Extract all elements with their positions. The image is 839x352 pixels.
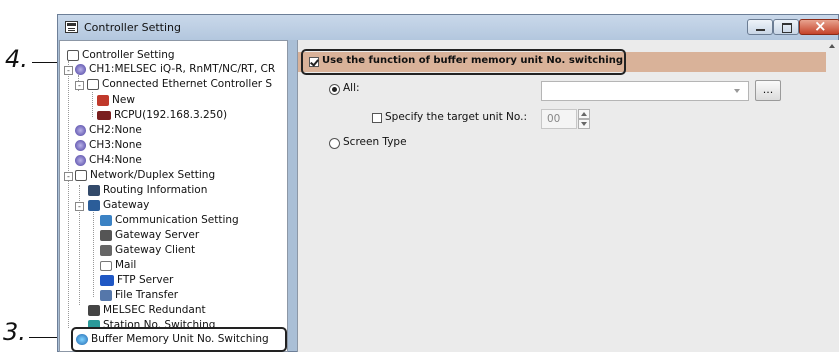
scroll-up-arrow-icon[interactable]	[829, 44, 835, 48]
tree-line	[68, 61, 69, 173]
redundant-icon	[88, 305, 100, 316]
tree-item-gateway-server[interactable]: Gateway Server	[100, 228, 199, 243]
radio-screen-type-label: Screen Type	[343, 136, 407, 148]
routing-icon	[88, 185, 100, 196]
spin-down-icon[interactable]	[578, 119, 590, 129]
tree-item-communication-setting[interactable]: Communication Setting	[100, 213, 239, 228]
window-title: Controller Setting	[84, 21, 181, 34]
network-duplex-icon	[75, 170, 87, 181]
network-icon	[87, 79, 99, 90]
tree-item-gateway[interactable]: Gateway	[88, 198, 149, 213]
ch3-icon	[75, 140, 86, 151]
tree-line	[68, 178, 69, 328]
collapse-connected-icon[interactable]: -	[75, 81, 84, 90]
tree-item-gateway-client[interactable]: Gateway Client	[100, 243, 195, 258]
ch1-icon	[75, 64, 86, 75]
tree-item-ch4[interactable]: CH4:None	[75, 153, 142, 168]
step-3-callout: 3.	[3, 318, 26, 346]
tree-item-mail[interactable]: Mail	[100, 258, 136, 273]
tree-item-ch1[interactable]: CH1:MELSEC iQ-R, RnMT/NC/RT, CR	[75, 62, 275, 77]
tree-item-rcpu[interactable]: RCPU(192.168.3.250)	[97, 108, 227, 123]
controller-setting-icon	[65, 21, 78, 33]
target-unit-input[interactable]: 00	[541, 109, 577, 129]
maximize-button[interactable]	[773, 19, 799, 35]
step-4-callout: 4.	[5, 45, 28, 73]
communication-icon	[100, 215, 112, 226]
radio-all-label: All:	[343, 82, 360, 94]
controller-setting-tree-icon	[67, 50, 79, 61]
radio-screen-type[interactable]	[329, 138, 340, 149]
tree-item-new[interactable]: New	[97, 93, 135, 108]
tree-item-routing-information[interactable]: Routing Information	[88, 183, 207, 198]
specify-target-label: Specify the target unit No.:	[385, 111, 528, 123]
spin-up-icon[interactable]	[578, 109, 590, 119]
chevron-down-icon	[734, 89, 740, 93]
tree-item-network-duplex-setting[interactable]: Network/Duplex Setting	[75, 168, 215, 183]
ftp-icon	[100, 275, 114, 286]
radio-all[interactable]	[329, 84, 340, 95]
unit-select-dropdown[interactable]	[541, 81, 749, 101]
client-icon	[100, 245, 112, 256]
buffer-switching-icon	[76, 334, 88, 345]
gateway-icon	[88, 200, 100, 211]
tree-item-melsec-redundant[interactable]: MELSEC Redundant	[88, 303, 206, 318]
collapse-ch1-icon[interactable]: -	[64, 66, 73, 75]
tree-item-ch2[interactable]: CH2:None	[75, 123, 142, 138]
browse-button[interactable]: ...	[755, 80, 781, 101]
minimize-button[interactable]	[747, 19, 773, 35]
file-transfer-icon	[100, 290, 112, 301]
tree-line	[93, 210, 94, 297]
use-function-label: Use the function of buffer memory unit N…	[322, 55, 623, 66]
use-function-checkbox[interactable]	[309, 57, 319, 67]
tree-item-connected-ethernet-controller[interactable]: Connected Ethernet Controller S	[87, 77, 272, 92]
tree-item-buffer-memory-unit-switching[interactable]: Buffer Memory Unit No. Switching	[76, 332, 269, 347]
server-icon	[100, 230, 112, 241]
ch2-icon	[75, 125, 86, 136]
title-bar: Controller Setting	[58, 15, 839, 40]
ch4-icon	[75, 155, 86, 166]
plc-icon	[97, 111, 111, 120]
close-button[interactable]	[799, 17, 839, 35]
tree-item-file-transfer[interactable]: File Transfer	[100, 288, 178, 303]
new-controller-icon	[97, 95, 109, 106]
tree-item-ftp-server[interactable]: FTP Server	[100, 273, 173, 288]
collapse-gateway-icon[interactable]: -	[75, 202, 84, 211]
tree-line	[92, 92, 93, 117]
mail-icon	[100, 261, 112, 271]
tree-item-ch3[interactable]: CH3:None	[75, 138, 142, 153]
specify-target-checkbox[interactable]	[372, 113, 382, 123]
tree-item-controller-setting[interactable]: Controller Setting	[67, 48, 175, 63]
collapse-network-icon[interactable]: -	[64, 172, 73, 181]
